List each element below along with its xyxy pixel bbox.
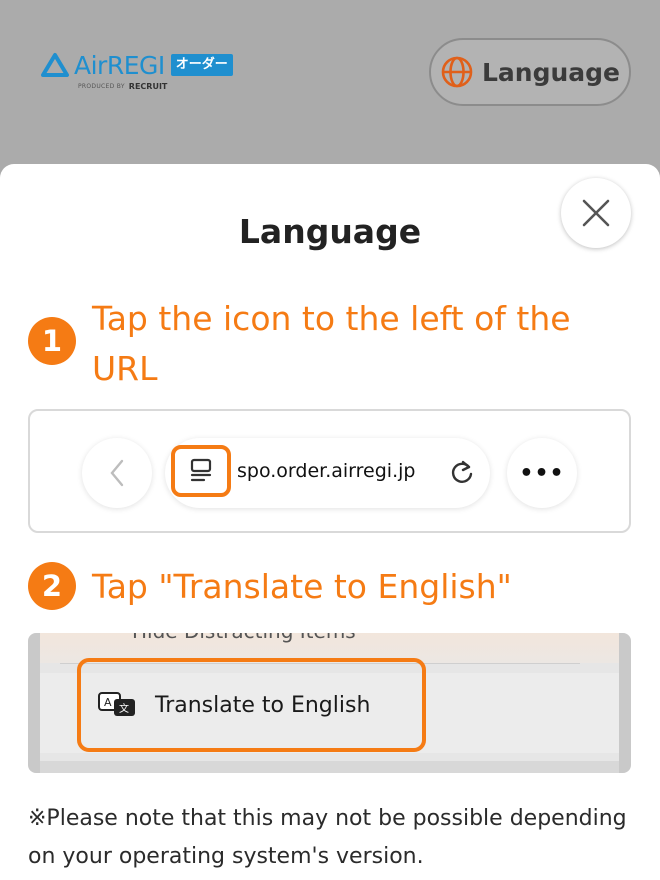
partial-menu-item: Hide Distracting Items	[132, 633, 356, 643]
language-button[interactable]: Language	[429, 38, 631, 106]
url-bar-screenshot: spo.order.airregi.jp •••	[28, 409, 631, 533]
url-text: spo.order.airregi.jp	[237, 460, 416, 482]
airregi-order-logo[interactable]: AirREGI オーダー PRODUCED BY RECRUIT	[40, 50, 260, 98]
os-version-note: ※Please note that this may not be possib…	[28, 806, 627, 869]
language-button-label: Language	[481, 57, 620, 87]
reader-mode-icon	[190, 458, 212, 482]
logo-tag: オーダー	[170, 54, 233, 76]
menu-bottom-edge	[40, 761, 619, 773]
back-button	[82, 438, 152, 508]
page-header: AirREGI オーダー PRODUCED BY RECRUIT Languag…	[0, 0, 660, 165]
step-1: 1 Tap the icon to the left of the URL	[28, 294, 582, 394]
step-2-text: Tap "Translate to English"	[92, 567, 512, 606]
reader-mode-highlight	[171, 445, 231, 497]
modal-title: Language	[238, 212, 422, 251]
translate-menu-label: Translate to English	[155, 692, 371, 718]
back-chevron-icon	[110, 459, 124, 487]
more-icon: •••	[519, 460, 565, 486]
translate-icon: A 文	[98, 692, 135, 716]
logo-company: RECRUIT	[128, 82, 168, 91]
more-button: •••	[507, 438, 577, 508]
step-number-badge: 2	[28, 562, 76, 610]
step-2: 2 Tap "Translate to English"	[28, 562, 612, 612]
svg-text:文: 文	[119, 702, 129, 715]
step-1-text: Tap the icon to the left of the URL	[92, 299, 571, 388]
logo-produced-by: PRODUCED BY	[78, 83, 125, 90]
language-modal: Language 1 Tap the icon to the left of t…	[0, 164, 660, 880]
step-number-badge: 1	[28, 317, 76, 365]
svg-text:A: A	[104, 696, 112, 709]
url-pill: spo.order.airregi.jp	[165, 438, 490, 508]
reload-icon	[451, 460, 473, 483]
logo-triangle-icon	[41, 53, 69, 77]
logo-brand: AirREGI	[74, 50, 165, 80]
translate-menu-screenshot: Hide Distracting Items A 文 Translate to …	[28, 633, 631, 773]
globe-icon	[441, 56, 473, 88]
translate-menu-highlight: A 文 Translate to English	[77, 658, 426, 752]
